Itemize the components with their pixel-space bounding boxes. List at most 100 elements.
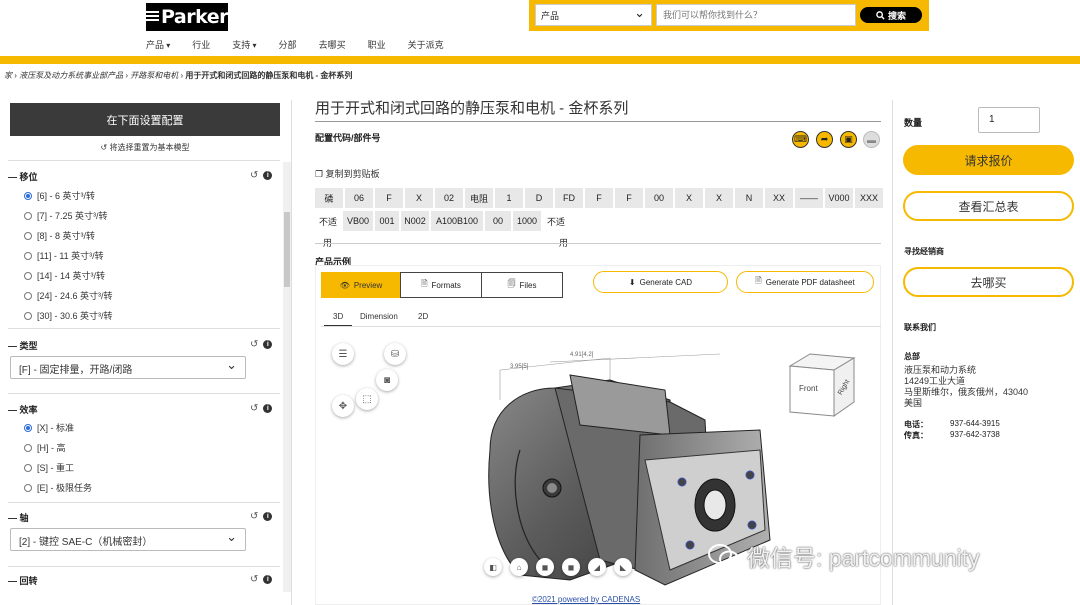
type-select[interactable]: [F] - 固定排量，开路/闭路: [10, 356, 246, 379]
divider: [8, 566, 280, 567]
code-cell: 00: [645, 188, 673, 208]
parker-logo[interactable]: Parker: [146, 3, 229, 31]
breadcrumb: 家 › 液压泵及动力系统事业部产品 › 开路泵和电机 › 用于开式和闭式回路的静…: [4, 71, 353, 80]
radio-displacement-7[interactable]: [7] - 7.25 英寸³/转: [24, 209, 108, 222]
move-icon[interactable]: ✥: [332, 395, 354, 417]
info-icon[interactable]: i: [263, 404, 273, 413]
generate-pdf-button[interactable]: 🗎 Generate PDF datasheet: [736, 271, 874, 293]
config-code-label: 配置代码/部件号: [315, 133, 381, 143]
breadcrumb-category[interactable]: 开路泵和电机: [130, 71, 178, 80]
nav-item-support[interactable]: 支持: [232, 38, 256, 51]
search-input[interactable]: [656, 4, 856, 26]
keyboard-icon[interactable]: ⌨: [792, 131, 809, 148]
scrollbar-thumb[interactable]: [284, 212, 290, 287]
radio-displacement-30[interactable]: [30] - 30.6 英寸³/转: [24, 309, 113, 322]
radio-displacement-6[interactable]: [6] - 6 英寸³/转: [24, 189, 95, 202]
title-divider: [315, 121, 881, 122]
search-category-select[interactable]: 产品: [535, 4, 652, 26]
view-icon[interactable]: ◧: [484, 558, 502, 576]
address-line: 马里斯维尔，俄亥俄州，43040: [904, 387, 1029, 397]
subtab-3d[interactable]: 3D: [333, 312, 343, 321]
nav-item-industries[interactable]: 行业: [192, 38, 210, 51]
code-cell: A100B100: [431, 211, 483, 231]
code-cell: 06: [345, 188, 373, 208]
code-row-1: 磷 06 F X 02 电阻 1 D FD F F 00 X X N XX ——…: [315, 188, 883, 208]
radio-efficiency-extreme[interactable]: [E] - 极限任务: [24, 481, 92, 494]
breadcrumb-division[interactable]: 液压泵及动力系统事业部产品: [19, 71, 123, 80]
pdf-icon: 🗎: [755, 276, 762, 285]
info-icon[interactable]: i: [263, 575, 273, 584]
subtab-2d[interactable]: 2D: [418, 312, 428, 321]
info-icon[interactable]: i: [263, 340, 273, 349]
copy-to-clipboard[interactable]: ❐ 复制到剪贴板: [315, 167, 380, 180]
address-line: 美国: [904, 398, 923, 408]
section-icons: ↺ i: [250, 511, 273, 522]
undo-icon[interactable]: ↺: [250, 574, 258, 585]
code-cell: 1000: [513, 211, 541, 231]
undo-icon[interactable]: ↺: [250, 511, 258, 522]
view-summary-button[interactable]: 查看汇总表: [903, 191, 1074, 221]
breadcrumb-home[interactable]: 家: [4, 71, 12, 80]
nav-item-where-to-buy[interactable]: 去哪买: [319, 38, 346, 51]
radio-displacement-11[interactable]: [11] - 11 英寸³/转: [24, 249, 104, 262]
tab-formats[interactable]: 🗎 Formats: [400, 272, 482, 298]
main-nav: 产品 行业 支持 分部 去哪买 职业 关于派克: [146, 38, 466, 51]
view-icon[interactable]: ◣: [614, 558, 632, 576]
nav-item-about[interactable]: 关于派克: [408, 38, 444, 51]
section-title-displacement: — 移位: [8, 172, 38, 182]
tab-files[interactable]: 🗐 Files: [481, 272, 563, 298]
tab-divider: [321, 326, 881, 327]
view-icon[interactable]: ◼: [536, 558, 554, 576]
view-icon[interactable]: ◢: [588, 558, 606, 576]
info-icon[interactable]: i: [263, 512, 273, 521]
code-cell: D: [525, 188, 553, 208]
code-cell: 不适: [543, 211, 569, 231]
radio-efficiency-standard[interactable]: [X] - 标准: [24, 421, 74, 434]
eye-icon: 👁: [339, 280, 350, 290]
nav-item-careers[interactable]: 职业: [368, 38, 386, 51]
quantity-input[interactable]: 1: [978, 107, 1040, 133]
radio-efficiency-high[interactable]: [H] - 高: [24, 441, 66, 454]
phone-number[interactable]: 937-644-3915: [950, 419, 1000, 430]
shaft-select[interactable]: [2] - 键控 SAE-C（机械密封）: [10, 528, 246, 551]
cylinder-icon[interactable]: ⛁: [384, 343, 406, 365]
cadenas-credit-link[interactable]: ©2021 powered by CADENAS: [532, 595, 640, 604]
box-icon[interactable]: ⬚: [356, 388, 378, 410]
undo-icon[interactable]: ↺: [250, 403, 258, 414]
info-icon[interactable]: i: [263, 171, 273, 180]
config-header: 在下面设置配置: [10, 103, 280, 136]
vr-icon[interactable]: ◙: [376, 369, 398, 391]
save-icon[interactable]: ▣: [840, 131, 857, 148]
share-icon[interactable]: ➦: [816, 131, 833, 148]
nav-item-products[interactable]: 产品: [146, 38, 170, 51]
view-cube[interactable]: [782, 352, 862, 422]
section-title-rotation: — 回转: [8, 576, 38, 586]
code-cell: N002: [401, 211, 429, 231]
radio-displacement-24[interactable]: [24] - 24.6 英寸³/转: [24, 289, 113, 302]
subtab-dimension[interactable]: Dimension: [360, 312, 398, 321]
view-icon[interactable]: ⌂: [510, 558, 528, 576]
view-icon[interactable]: ◼: [562, 558, 580, 576]
folder-icon[interactable]: ▬: [863, 131, 880, 148]
site-header: Parker 产品 行业 支持 分部 去哪买 职业 关于派克 产品 搜索: [0, 0, 1080, 56]
generate-cad-button[interactable]: ⬇ Generate CAD: [593, 271, 728, 293]
contact-label: 联系我们: [904, 323, 936, 332]
cube-face-front[interactable]: Front: [799, 384, 818, 393]
nav-item-divisions[interactable]: 分部: [279, 38, 297, 51]
code-cell: 02: [435, 188, 463, 208]
code-cell: 电阻: [465, 188, 493, 208]
radio-efficiency-heavy[interactable]: [S] - 重工: [24, 461, 74, 474]
undo-icon[interactable]: ↺: [250, 170, 258, 181]
where-to-buy-button[interactable]: 去哪买: [903, 267, 1074, 297]
undo-icon[interactable]: ↺: [250, 339, 258, 350]
hq-label: 总部: [904, 352, 920, 361]
config-scrollbar[interactable]: [283, 162, 291, 592]
tab-preview[interactable]: 👁 Preview: [321, 272, 401, 298]
radio-displacement-8[interactable]: [8] - 8 英寸³/转: [24, 229, 95, 242]
list-icon[interactable]: ☰: [332, 343, 354, 365]
code-cell: XX: [765, 188, 793, 208]
radio-displacement-14[interactable]: [14] - 14 英寸³/转: [24, 269, 105, 282]
reset-link[interactable]: ↺ 将选择重置为基本模型: [10, 142, 280, 153]
request-quote-button[interactable]: 请求报价: [903, 145, 1074, 175]
search-button[interactable]: 搜索: [860, 7, 922, 23]
